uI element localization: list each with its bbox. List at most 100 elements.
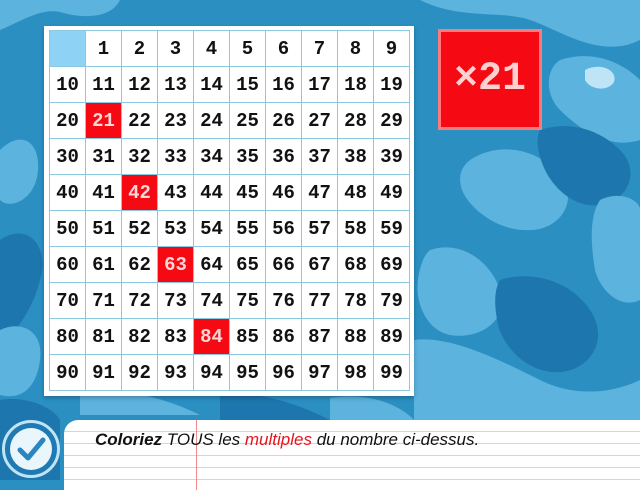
grid-cell[interactable]: 90	[50, 355, 86, 391]
grid-cell[interactable]: 53	[158, 211, 194, 247]
grid-cell[interactable]: 76	[266, 283, 302, 319]
grid-cell[interactable]: 88	[338, 319, 374, 355]
grid-cell[interactable]: 42	[122, 175, 158, 211]
grid-cell[interactable]: 7	[302, 31, 338, 67]
grid-cell[interactable]: 78	[338, 283, 374, 319]
grid-cell[interactable]: 60	[50, 247, 86, 283]
grid-cell[interactable]: 62	[122, 247, 158, 283]
grid-cell[interactable]: 57	[302, 211, 338, 247]
grid-cell[interactable]: 55	[230, 211, 266, 247]
grid-cell[interactable]: 49	[374, 175, 410, 211]
grid-cell[interactable]: 75	[230, 283, 266, 319]
grid-cell[interactable]: 63	[158, 247, 194, 283]
grid-cell[interactable]: 74	[194, 283, 230, 319]
grid-cell[interactable]: 51	[86, 211, 122, 247]
grid-cell[interactable]: 64	[194, 247, 230, 283]
grid-cell[interactable]: 9	[374, 31, 410, 67]
grid-cell[interactable]: 3	[158, 31, 194, 67]
grid-cell[interactable]: 50	[50, 211, 86, 247]
grid-cell[interactable]: 37	[302, 139, 338, 175]
grid-cell[interactable]: 11	[86, 67, 122, 103]
grid-cell[interactable]: 54	[194, 211, 230, 247]
grid-cell[interactable]: 25	[230, 103, 266, 139]
grid-cell[interactable]: 6	[266, 31, 302, 67]
grid-cell[interactable]: 71	[86, 283, 122, 319]
grid-cell[interactable]: 66	[266, 247, 302, 283]
grid-cell[interactable]: 82	[122, 319, 158, 355]
grid-cell[interactable]: 40	[50, 175, 86, 211]
grid-cell[interactable]: 81	[86, 319, 122, 355]
grid-cell[interactable]: 79	[374, 283, 410, 319]
grid-cell[interactable]: 26	[266, 103, 302, 139]
grid-cell[interactable]: 97	[302, 355, 338, 391]
grid-cell[interactable]: 86	[266, 319, 302, 355]
grid-cell[interactable]: 91	[86, 355, 122, 391]
grid-cell[interactable]: 33	[158, 139, 194, 175]
grid-cell[interactable]: 31	[86, 139, 122, 175]
grid-cell[interactable]: 93	[158, 355, 194, 391]
grid-cell[interactable]: 8	[338, 31, 374, 67]
grid-cell[interactable]: 13	[158, 67, 194, 103]
grid-cell[interactable]: 23	[158, 103, 194, 139]
grid-cell[interactable]: 19	[374, 67, 410, 103]
grid-cell[interactable]: 12	[122, 67, 158, 103]
grid-cell[interactable]: 22	[122, 103, 158, 139]
grid-cell[interactable]: 89	[374, 319, 410, 355]
grid-cell[interactable]: 36	[266, 139, 302, 175]
grid-cell[interactable]: 47	[302, 175, 338, 211]
grid-cell[interactable]: 14	[194, 67, 230, 103]
grid-cell[interactable]: 72	[122, 283, 158, 319]
grid-cell[interactable]: 43	[158, 175, 194, 211]
grid-cell[interactable]: 83	[158, 319, 194, 355]
grid-cell[interactable]: 46	[266, 175, 302, 211]
validate-button[interactable]	[2, 420, 60, 478]
grid-cell[interactable]: 27	[302, 103, 338, 139]
grid-cell[interactable]: 28	[338, 103, 374, 139]
grid-cell[interactable]: 95	[230, 355, 266, 391]
grid-cell[interactable]: 20	[50, 103, 86, 139]
grid-cell[interactable]: 32	[122, 139, 158, 175]
grid-cell[interactable]: 80	[50, 319, 86, 355]
grid-cell[interactable]: 2	[122, 31, 158, 67]
grid-cell[interactable]: 24	[194, 103, 230, 139]
grid-cell[interactable]: 87	[302, 319, 338, 355]
grid-cell[interactable]: 73	[158, 283, 194, 319]
grid-cell[interactable]: 52	[122, 211, 158, 247]
grid-cell[interactable]: 48	[338, 175, 374, 211]
grid-cell[interactable]: 58	[338, 211, 374, 247]
grid-cell[interactable]: 65	[230, 247, 266, 283]
grid-cell[interactable]: 18	[338, 67, 374, 103]
grid-cell[interactable]: 17	[302, 67, 338, 103]
grid-cell[interactable]: 94	[194, 355, 230, 391]
grid-cell[interactable]: 84	[194, 319, 230, 355]
grid-cell[interactable]: 70	[50, 283, 86, 319]
grid-cell[interactable]: 4	[194, 31, 230, 67]
grid-cell[interactable]: 69	[374, 247, 410, 283]
grid-cell[interactable]: 30	[50, 139, 86, 175]
grid-cell[interactable]: 15	[230, 67, 266, 103]
grid-cell[interactable]: 29	[374, 103, 410, 139]
grid-cell[interactable]: 92	[122, 355, 158, 391]
grid-cell[interactable]: 16	[266, 67, 302, 103]
grid-cell[interactable]: 5	[230, 31, 266, 67]
grid-cell[interactable]: 44	[194, 175, 230, 211]
grid-cell[interactable]: 39	[374, 139, 410, 175]
grid-cell[interactable]: 59	[374, 211, 410, 247]
grid-cell[interactable]: 34	[194, 139, 230, 175]
grid-cell[interactable]: 77	[302, 283, 338, 319]
grid-cell[interactable]: 68	[338, 247, 374, 283]
grid-cell[interactable]: 41	[86, 175, 122, 211]
grid-cell[interactable]: 56	[266, 211, 302, 247]
grid-cell[interactable]: 21	[86, 103, 122, 139]
grid-cell[interactable]: 96	[266, 355, 302, 391]
grid-cell[interactable]: 38	[338, 139, 374, 175]
grid-cell[interactable]: 99	[374, 355, 410, 391]
grid-cell[interactable]: 35	[230, 139, 266, 175]
grid-cell[interactable]: 10	[50, 67, 86, 103]
grid-cell[interactable]: 61	[86, 247, 122, 283]
grid-cell[interactable]: 45	[230, 175, 266, 211]
grid-cell[interactable]: 67	[302, 247, 338, 283]
grid-cell[interactable]: 85	[230, 319, 266, 355]
grid-cell[interactable]: 1	[86, 31, 122, 67]
grid-cell[interactable]: 98	[338, 355, 374, 391]
